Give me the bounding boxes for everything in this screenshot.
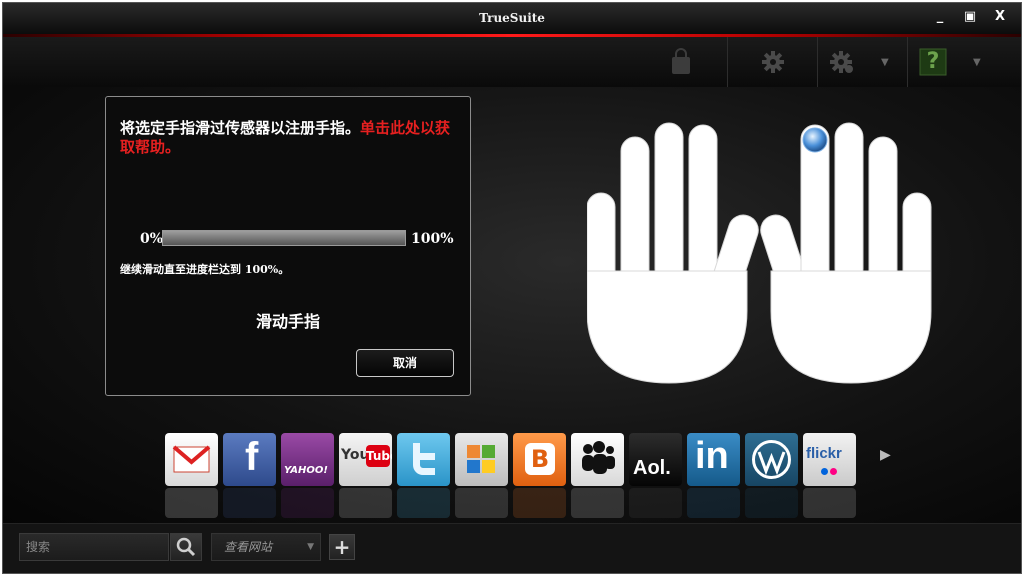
flickr-dot-blue: [821, 468, 828, 475]
status-text: 滑动手指: [255, 312, 320, 331]
progress-fill: [163, 231, 405, 245]
toolbar-separator: [727, 37, 728, 87]
dock-reflection: [223, 488, 276, 518]
chevron-down-icon[interactable]: ▼: [881, 57, 889, 68]
window-title: TrueSuite: [479, 11, 545, 25]
site-select[interactable]: 查看网站 ▼: [211, 533, 321, 561]
youtube-logo-tube: Tube: [366, 445, 392, 467]
dock-reflection: [397, 488, 450, 518]
left-index[interactable]: [688, 124, 718, 286]
site-select-label: 查看网站: [224, 540, 273, 554]
dock-windows-live[interactable]: [455, 433, 508, 486]
dock-reflection: [513, 488, 566, 518]
yahoo-logo: YAHOO!: [284, 465, 328, 476]
aol-logo: Aol.: [633, 457, 671, 479]
dock-reflection: [571, 488, 624, 518]
help-icon[interactable]: ?: [918, 47, 948, 77]
maximize-button[interactable]: ▣: [959, 7, 981, 27]
right-palm: [770, 270, 932, 384]
dock-reflection: [629, 488, 682, 518]
dock-linkedin[interactable]: in: [687, 433, 740, 486]
toolbar-separator: [907, 37, 908, 87]
progress-min-label: 0%: [140, 231, 164, 247]
progress-bar: [162, 230, 406, 246]
toolbar-separator: [817, 37, 818, 87]
gear-dropdown-icon[interactable]: [827, 47, 857, 77]
right-ring[interactable]: [868, 136, 898, 288]
dock-flickr[interactable]: flickr: [803, 433, 856, 486]
flickr-dot-pink: [830, 468, 837, 475]
instruction-label: 将选定手指滑过传感器以注册手指。: [120, 119, 361, 137]
social-dock: f YAHOO! You Tube B Aol.: [165, 433, 885, 523]
hands-illustration: [586, 121, 932, 395]
dock-aol[interactable]: Aol.: [629, 433, 682, 486]
search-button[interactable]: [170, 533, 202, 561]
dock-myspace[interactable]: [571, 433, 624, 486]
shopping-bag-icon[interactable]: [666, 47, 696, 77]
progress-max-label: 100%: [411, 231, 454, 247]
dock-reflection: [339, 488, 392, 518]
chevron-down-icon: ▼: [307, 542, 314, 552]
minimize-button[interactable]: _: [929, 7, 951, 27]
bottom-bar: 搜索 查看网站 ▼ +: [3, 523, 1021, 573]
right-hand: [760, 122, 932, 384]
dock-twitter[interactable]: [397, 433, 450, 486]
dock-yahoo[interactable]: YAHOO!: [281, 433, 334, 486]
right-middle[interactable]: [834, 122, 864, 284]
facebook-logo: f: [245, 435, 259, 479]
finger-enroll-dialog: 将选定手指滑过传感器以注册手指。单击此处以获取帮助。 0% 100% 继续滑动直…: [105, 96, 471, 396]
dock-reflection: [803, 488, 856, 518]
truesuite-window: TrueSuite _ ▣ X ▼ ? ▼ 将选定手指滑过传感器以注册手指。单击…: [2, 2, 1022, 574]
left-middle[interactable]: [654, 122, 684, 284]
dock-wordpress[interactable]: [745, 433, 798, 486]
dock-reflection: [281, 488, 334, 518]
dock-next-arrow-icon[interactable]: ▶: [880, 447, 891, 463]
cancel-button[interactable]: 取消: [356, 349, 454, 377]
dock-reflection: [687, 488, 740, 518]
left-palm: [586, 270, 748, 384]
instruction-text: 将选定手指滑过传感器以注册手指。单击此处以获取帮助。: [120, 119, 465, 157]
add-site-button[interactable]: +: [329, 534, 355, 560]
dock-reflection: [745, 488, 798, 518]
toolbar: ▼ ? ▼: [3, 37, 1021, 87]
search-icon: [176, 537, 196, 557]
title-bar: TrueSuite _ ▣ X: [3, 3, 1021, 35]
gear-icon[interactable]: [758, 47, 788, 77]
dock-facebook[interactable]: f: [223, 433, 276, 486]
dock-youtube[interactable]: You Tube: [339, 433, 392, 486]
selected-finger-marker: [802, 127, 828, 153]
search-input[interactable]: 搜索: [19, 533, 169, 561]
left-hand: [586, 122, 759, 384]
dock-reflection: [165, 488, 218, 518]
dock-reflection: [455, 488, 508, 518]
help-icon-glyph: ?: [926, 49, 940, 74]
progress-hint: 继续滑动直至进度栏达到 100%。: [120, 263, 290, 276]
close-button[interactable]: X: [989, 7, 1011, 27]
flickr-logo: flickr: [806, 445, 842, 462]
dock-gmail[interactable]: [165, 433, 218, 486]
chevron-down-icon[interactable]: ▼: [973, 57, 981, 68]
linkedin-logo: in: [695, 435, 729, 477]
left-ring[interactable]: [620, 136, 650, 288]
dock-blogger[interactable]: B: [513, 433, 566, 486]
blogger-logo: B: [525, 443, 555, 475]
